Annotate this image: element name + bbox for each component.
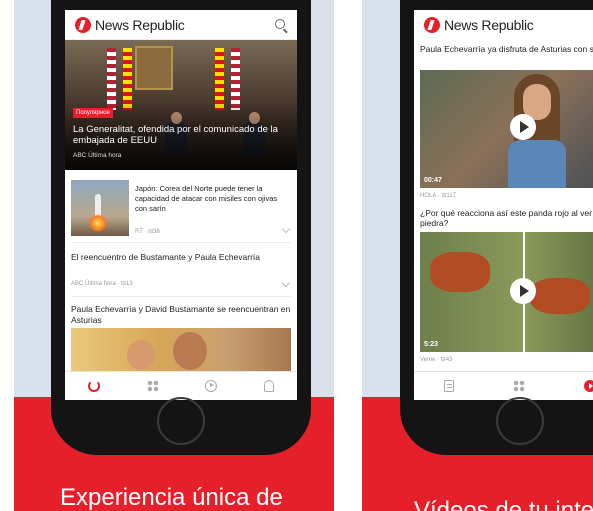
bottom-nav <box>65 371 297 400</box>
face <box>173 332 207 370</box>
video-source: HOLA · ⊟117 <box>420 193 456 199</box>
promo-caption-right: Vídeos de tu inte <box>414 497 593 511</box>
home-button[interactable] <box>496 397 544 445</box>
popular-badge: Популярное <box>73 108 113 118</box>
article-source: ABC Última hora · ⊟13 <box>71 281 133 287</box>
phone-frame-right: News Republic Paula Echevarría ya disfru… <box>400 0 593 455</box>
search-icon[interactable] <box>275 19 285 29</box>
chevron-down-icon[interactable] <box>281 278 291 288</box>
user-icon[interactable] <box>263 380 274 392</box>
app-header: News Republic <box>414 10 593 40</box>
red-panda <box>430 252 490 292</box>
video-title[interactable]: ¿Por qué reacciona así este panda rojo a… <box>420 208 593 228</box>
news-republic-logo-icon <box>424 17 440 33</box>
video-source: Veme · ⊟43 <box>420 357 453 363</box>
chevron-down-icon[interactable] <box>281 224 291 234</box>
play-button-icon[interactable] <box>510 114 536 140</box>
right-promo-panel: Vídeos de tu inte News Republic Paula Ec… <box>362 0 593 511</box>
red-panda <box>530 278 590 314</box>
play-icon[interactable] <box>584 380 593 392</box>
video-thumbnail[interactable]: 00:47 <box>420 70 593 188</box>
face <box>127 340 155 370</box>
news-republic-logo-icon <box>75 16 91 33</box>
video-title[interactable]: Paula Echevarría ya disfruta de Asturias… <box>420 44 593 54</box>
refresh-icon[interactable] <box>88 380 101 392</box>
phone-screen-right: News Republic Paula Echevarría ya disfru… <box>414 10 593 400</box>
brand-name: News Republic <box>95 16 185 33</box>
video-duration: 5:23 <box>424 341 439 348</box>
article-source: RT · ⊟36 <box>135 229 160 235</box>
hero-title: La Generalitat, ofendida por el comunica… <box>73 124 278 146</box>
missile-thumbnail <box>71 180 129 236</box>
list-item[interactable]: El reencuentro de Bustamante y Paula Ech… <box>71 246 291 297</box>
play-button-icon[interactable] <box>510 278 536 304</box>
document-icon[interactable] <box>443 380 454 392</box>
phone-frame-left: News Republic Популярное La Generalitat,… <box>51 0 311 455</box>
shirt <box>508 140 566 188</box>
play-icon[interactable] <box>205 380 218 392</box>
phone-screen-left: News Republic Популярное La Generalitat,… <box>65 10 297 400</box>
grid-icon[interactable] <box>512 380 525 392</box>
hero-article[interactable]: Популярное La Generalitat, ofendida por … <box>65 40 297 170</box>
article-title: Japón: Corea del Norte puede tener la ca… <box>135 184 278 213</box>
article-title: Paula Echevarría y David Bustamante se r… <box>71 304 291 325</box>
video-duration: 00:47 <box>424 177 442 184</box>
app-header: News Republic <box>65 10 297 40</box>
home-button[interactable] <box>157 397 205 445</box>
brand-name: News Republic <box>444 17 534 33</box>
hero-source: ABC Última hora <box>73 152 122 159</box>
launch-flame <box>89 214 107 232</box>
article-title: El reencuentro de Bustamante y Paula Ech… <box>71 252 260 262</box>
article-photo <box>71 328 291 373</box>
painting <box>135 46 173 90</box>
promo-caption-left: Experiencia única de <box>60 484 283 511</box>
video-thumbnail[interactable]: 5:23 <box>420 232 593 352</box>
left-promo-panel: Experiencia única de News Republic Попул… <box>14 0 334 511</box>
bottom-nav <box>414 371 593 400</box>
grid-icon[interactable] <box>146 380 159 392</box>
list-item[interactable]: Paula Echevarría y David Bustamante se r… <box>71 298 291 325</box>
missile <box>95 194 101 216</box>
list-item[interactable]: Japón: Corea del Norte puede tener la ca… <box>71 176 291 243</box>
